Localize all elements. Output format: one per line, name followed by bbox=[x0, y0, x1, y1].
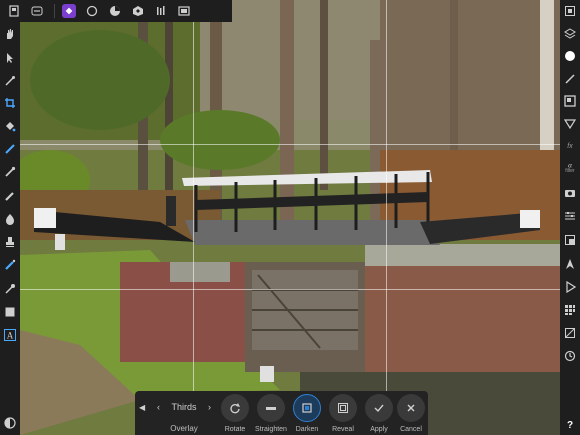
collapse-arrow-icon[interactable]: ◀ bbox=[139, 403, 145, 412]
svg-text:A: A bbox=[7, 331, 14, 341]
thirds-grid-horizontal-1 bbox=[20, 144, 560, 145]
overlay-prev-icon[interactable]: ‹ bbox=[157, 402, 160, 412]
svg-text:?: ? bbox=[567, 420, 573, 430]
document-icon[interactable] bbox=[4, 1, 24, 21]
selection-persona-icon[interactable] bbox=[82, 1, 102, 21]
brush-icon[interactable] bbox=[3, 142, 17, 156]
grid-icon[interactable] bbox=[563, 303, 577, 317]
overlay-value: Thirds bbox=[171, 402, 197, 412]
overlay-group: ◀ ‹ Thirds › Overlay bbox=[135, 391, 215, 435]
photo-canvas[interactable] bbox=[20, 0, 560, 435]
help-icon[interactable]: ? bbox=[563, 417, 577, 431]
checkmark-icon bbox=[365, 394, 393, 422]
stamp-icon[interactable] bbox=[3, 235, 17, 249]
straighten-icon bbox=[257, 394, 285, 422]
liquify-persona-icon[interactable] bbox=[105, 1, 125, 21]
thirds-grid-horizontal-2 bbox=[20, 289, 560, 290]
tools-panel: A bbox=[0, 22, 20, 435]
more-icon[interactable] bbox=[27, 1, 47, 21]
fx-icon[interactable]: fx bbox=[563, 139, 577, 153]
color-picker-icon[interactable] bbox=[3, 74, 17, 88]
eyedropper-icon[interactable] bbox=[3, 282, 17, 296]
play-icon[interactable] bbox=[563, 280, 577, 294]
pen-icon[interactable] bbox=[563, 72, 577, 86]
smudge-icon[interactable] bbox=[3, 189, 17, 203]
dodge-icon[interactable] bbox=[3, 212, 17, 226]
quickmask-icon[interactable] bbox=[3, 416, 17, 430]
overlay-selector[interactable]: ‹ Thirds › bbox=[153, 398, 215, 416]
rotate-icon bbox=[221, 394, 249, 422]
hand-icon[interactable] bbox=[3, 27, 17, 41]
rectangle-icon[interactable] bbox=[3, 305, 17, 319]
develop-persona-icon[interactable] bbox=[128, 1, 148, 21]
filter-icon[interactable] bbox=[563, 117, 577, 131]
darken-icon bbox=[293, 394, 321, 422]
camera-icon[interactable] bbox=[563, 186, 577, 200]
cancel-label: Cancel bbox=[400, 426, 422, 433]
fx-label: fx bbox=[567, 142, 573, 150]
stack-icon[interactable] bbox=[563, 27, 577, 41]
move-icon[interactable] bbox=[3, 51, 17, 65]
photo-persona-icon[interactable] bbox=[59, 1, 79, 21]
history-icon[interactable] bbox=[563, 349, 577, 363]
eraser-icon[interactable] bbox=[3, 258, 17, 272]
thirds-grid-vertical-2 bbox=[386, 0, 387, 435]
transform-icon[interactable] bbox=[563, 326, 577, 340]
overlay-next-icon[interactable]: › bbox=[208, 402, 211, 412]
top-toolbar bbox=[0, 0, 232, 22]
color-circle-icon[interactable] bbox=[563, 49, 577, 63]
filter-label: filter bbox=[565, 167, 575, 174]
darken-button[interactable]: Darken bbox=[289, 391, 325, 435]
crop-context-toolbar: ◀ ‹ Thirds › Overlay Rotate Straighten D… bbox=[135, 391, 428, 435]
clone-icon[interactable] bbox=[3, 165, 17, 179]
export-persona-icon[interactable] bbox=[174, 1, 194, 21]
crop-square-icon[interactable] bbox=[563, 233, 577, 247]
reveal-icon bbox=[329, 394, 357, 422]
studio-panel: fx α filter ? bbox=[560, 0, 580, 435]
cancel-button[interactable]: Cancel bbox=[393, 391, 429, 435]
text-icon[interactable]: A bbox=[3, 328, 17, 342]
rotate-button[interactable]: Rotate bbox=[217, 391, 253, 435]
sliders-icon[interactable] bbox=[563, 209, 577, 223]
reveal-button[interactable]: Reveal bbox=[325, 391, 361, 435]
crop-icon[interactable] bbox=[3, 96, 17, 110]
close-icon bbox=[397, 394, 425, 422]
photo-scene bbox=[20, 0, 560, 435]
adjustments-icon[interactable] bbox=[563, 94, 577, 108]
tone-mapping-persona-icon[interactable] bbox=[151, 1, 171, 21]
toolbar-separator bbox=[54, 4, 55, 18]
paint-bucket-icon[interactable] bbox=[3, 120, 17, 134]
overlay-label: Overlay bbox=[170, 424, 198, 433]
thirds-grid-vertical-1 bbox=[193, 0, 194, 435]
navigator-icon[interactable] bbox=[563, 257, 577, 271]
straighten-button[interactable]: Straighten bbox=[253, 391, 289, 435]
filter-text-icon[interactable]: α filter bbox=[563, 160, 577, 174]
layers-icon[interactable] bbox=[563, 4, 577, 18]
